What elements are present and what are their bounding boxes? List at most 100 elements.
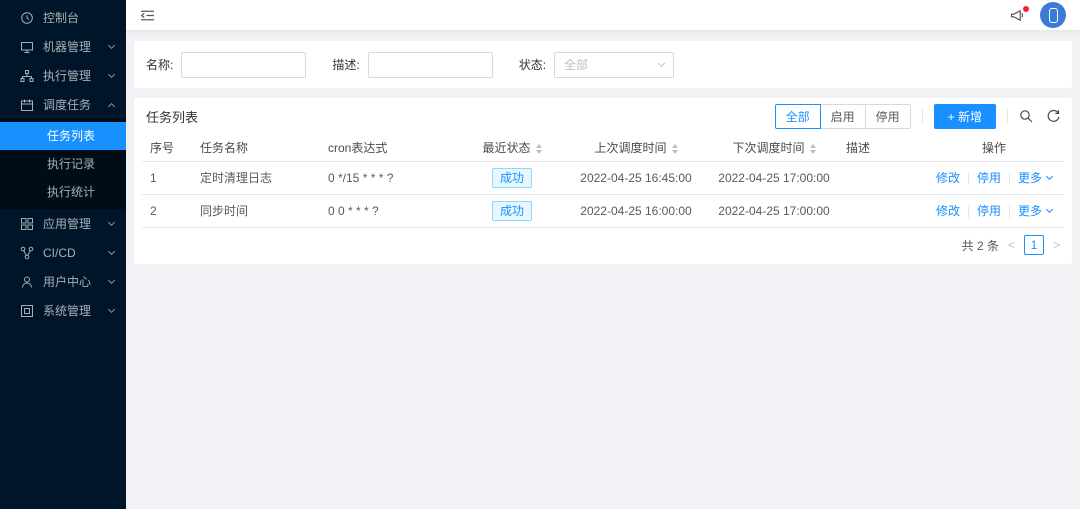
filter-status-group: 状态: 全部 [519, 52, 674, 78]
chevron-down-icon [108, 247, 115, 254]
col-header-operations: 操作 [924, 134, 1064, 161]
status-badge: 成功 [492, 168, 532, 188]
table-row: 1 定时清理日志 0 */15 * * * ? 成功 2022-04-25 16… [142, 161, 1064, 194]
col-header-cron: cron表达式 [320, 134, 462, 161]
cell-last-time: 2022-04-25 16:45:00 [562, 161, 710, 194]
col-header-name: 任务名称 [192, 134, 320, 161]
notification-badge-dot [1023, 6, 1029, 12]
segment-disabled-button[interactable]: 停用 [865, 104, 911, 129]
name-filter-label: 名称: [146, 56, 173, 73]
current-page-button[interactable]: 1 [1024, 235, 1044, 255]
sidebar-item-user-center[interactable]: 用户中心 [0, 267, 126, 296]
cell-cron: 0 0 * * * ? [320, 194, 462, 227]
sort-icon[interactable] [672, 144, 678, 154]
sidebar-item-label: 调度任务 [43, 96, 109, 113]
next-page-icon[interactable]: > [1053, 239, 1060, 251]
sidebar-item-label: 用户中心 [43, 273, 109, 290]
sidebar-item-system[interactable]: 系统管理 [0, 296, 126, 325]
edit-link[interactable]: 修改 [936, 202, 960, 219]
desc-filter-input[interactable] [368, 52, 493, 78]
cell-task-name: 同步时间 [192, 194, 320, 227]
edit-link[interactable]: 修改 [936, 169, 960, 186]
refresh-icon[interactable] [1046, 109, 1060, 123]
sidebar-item-scheduled-tasks[interactable]: 调度任务 [0, 90, 126, 119]
divider [922, 109, 923, 123]
desc-filter-label: 描述: [332, 56, 359, 73]
status-filter-select[interactable]: 全部 [554, 52, 674, 78]
avatar[interactable] [1040, 2, 1066, 28]
filter-name-group: 名称: [146, 52, 306, 78]
cell-task-name: 定时清理日志 [192, 161, 320, 194]
sidebar-item-label: 执行管理 [43, 67, 109, 84]
avatar-glyph [1049, 8, 1058, 23]
divider [968, 173, 969, 185]
content-area: 名称: 描述: 状态: 全部 任务列表 全部 [126, 30, 1080, 509]
sidebar-item-label: 系统管理 [43, 302, 109, 319]
cell-next-time: 2022-04-25 17:00:00 [710, 161, 838, 194]
add-task-button[interactable]: + 新增 [934, 104, 996, 129]
sidebar-item-execution-records[interactable]: 执行记录 [0, 150, 126, 178]
appstore-icon [20, 217, 34, 231]
cell-next-time: 2022-04-25 17:00:00 [710, 194, 838, 227]
sort-icon[interactable] [536, 144, 542, 154]
panel-actions: 全部 启用 停用 + 新增 [775, 104, 1060, 129]
segment-enabled-button[interactable]: 启用 [820, 104, 866, 129]
sidebar-item-console[interactable]: 控制台 [0, 3, 126, 32]
chevron-down-icon [108, 41, 115, 48]
col-header-status[interactable]: 最近状态 [462, 134, 562, 161]
sidebar-item-execution[interactable]: 执行管理 [0, 61, 126, 90]
chevron-up-icon [108, 102, 115, 109]
status-filter-value: 全部 [564, 56, 588, 73]
sidebar-submenu: 任务列表 执行记录 执行统计 [0, 119, 126, 209]
sidebar-item-label: 机器管理 [43, 38, 109, 55]
name-filter-input[interactable] [181, 52, 306, 78]
pagination-total: 共 2 条 [962, 237, 999, 254]
disable-link[interactable]: 停用 [977, 202, 1001, 219]
table-header-row: 序号 任务名称 cron表达式 最近状态 上次调度时间 下次调度时间 描述 操作 [142, 134, 1064, 161]
sort-icon[interactable] [810, 144, 816, 154]
status-filter-label: 状态: [519, 56, 546, 73]
cell-cron: 0 */15 * * * ? [320, 161, 462, 194]
segment-all-button[interactable]: 全部 [775, 104, 821, 129]
sidebar-item-applications[interactable]: 应用管理 [0, 209, 126, 238]
chevron-down-icon [658, 59, 665, 66]
notification-icon[interactable] [1009, 8, 1026, 23]
cell-index: 1 [142, 161, 192, 194]
sidebar-item-task-list[interactable]: 任务列表 [0, 122, 126, 150]
chevron-down-icon [108, 218, 115, 225]
sidebar-item-execution-stats[interactable]: 执行统计 [0, 178, 126, 206]
col-header-index: 序号 [142, 134, 192, 161]
cell-desc [838, 161, 924, 194]
panel-header: 任务列表 全部 启用 停用 + 新增 [142, 98, 1064, 134]
cell-last-time: 2022-04-25 16:00:00 [562, 194, 710, 227]
chevron-down-icon [1046, 173, 1053, 180]
dashboard-icon [20, 11, 34, 25]
status-segment-group: 全部 启用 停用 [775, 104, 911, 129]
panel-title: 任务列表 [146, 107, 198, 126]
sidebar-item-label: 控制台 [43, 9, 114, 26]
task-table: 序号 任务名称 cron表达式 最近状态 上次调度时间 下次调度时间 描述 操作… [142, 134, 1064, 228]
disable-link[interactable]: 停用 [977, 169, 1001, 186]
col-header-next-time[interactable]: 下次调度时间 [710, 134, 838, 161]
more-link[interactable]: 更多 [1018, 169, 1052, 186]
divider [1009, 173, 1010, 185]
sidebar-item-cicd[interactable]: CI/CD [0, 238, 126, 267]
cluster-icon [20, 69, 34, 83]
deployment-icon [20, 246, 34, 260]
main-area: 名称: 描述: 状态: 全部 任务列表 全部 [126, 0, 1080, 509]
desktop-icon [20, 40, 34, 54]
menu-fold-icon[interactable] [140, 8, 155, 23]
sidebar-item-machines[interactable]: 机器管理 [0, 32, 126, 61]
divider [1009, 206, 1010, 218]
chevron-down-icon [108, 305, 115, 312]
prev-page-icon[interactable]: < [1008, 239, 1015, 251]
col-header-desc: 描述 [838, 134, 924, 161]
table-row: 2 同步时间 0 0 * * * ? 成功 2022-04-25 16:00:0… [142, 194, 1064, 227]
more-link[interactable]: 更多 [1018, 202, 1052, 219]
status-badge: 成功 [492, 201, 532, 221]
divider [968, 206, 969, 218]
top-bar [126, 0, 1080, 30]
search-icon[interactable] [1019, 109, 1033, 123]
col-header-last-time[interactable]: 上次调度时间 [562, 134, 710, 161]
chevron-down-icon [1046, 206, 1053, 213]
